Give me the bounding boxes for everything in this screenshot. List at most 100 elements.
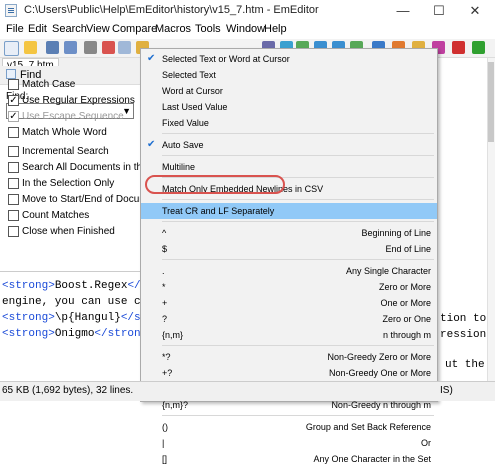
menu-macros[interactable]: Macros: [155, 23, 191, 35]
highlight-annotation: [145, 175, 285, 194]
menu-item-description: Any One Character in the Set: [313, 454, 431, 464]
option-label: Count Matches: [22, 210, 90, 221]
option-checkbox[interactable]: [8, 146, 19, 157]
menu-item-description: Non-Greedy Zero or More: [327, 352, 431, 362]
menu-separator: [162, 133, 434, 134]
menu-file[interactable]: File: [6, 23, 24, 35]
menu-item-label: |: [162, 438, 165, 448]
menu-help[interactable]: Help: [264, 23, 287, 35]
find-icon: [6, 69, 16, 79]
window-title: C:\Users\Public\Help\EmEditor\history\v1…: [24, 4, 319, 16]
check-icon: ✔: [147, 53, 156, 64]
option-label: Use Regular Expressions: [22, 95, 135, 106]
menu-item-label: +?: [162, 368, 173, 378]
menu-item-label: Word at Cursor: [162, 86, 223, 96]
status-encoding: IS): [440, 385, 453, 396]
status-bar: 65 KB (1,692 bytes), 32 lines. IS): [0, 381, 495, 401]
find-panel: Find Find: ▼ Match Case✓Use Regular Expr…: [0, 66, 178, 272]
option-checkbox[interactable]: [8, 178, 19, 189]
menu-item[interactable]: ✔ Selected Text or Word at Cursor: [141, 51, 437, 67]
regex-item[interactable]: ? Zero or One: [141, 311, 437, 327]
record-icon[interactable]: [452, 41, 465, 54]
menu-item-label: +: [162, 298, 168, 308]
menu-item-label: (): [162, 422, 168, 432]
option-label: Close when Finished: [22, 226, 115, 237]
treat-cr-lf-item[interactable]: Treat CR and LF Separately: [141, 203, 437, 219]
print-icon[interactable]: [84, 41, 97, 54]
option-label: Incremental Search: [22, 146, 109, 157]
menu-item-label: ^: [162, 228, 167, 238]
menu-edit[interactable]: Edit: [28, 23, 47, 35]
regex-item[interactable]: * Zero or More: [141, 279, 437, 295]
copy-icon[interactable]: [118, 41, 131, 54]
open-icon[interactable]: [24, 41, 37, 54]
menu-view[interactable]: View: [86, 23, 110, 35]
menu-item-label: Treat CR and LF Separately: [162, 206, 275, 216]
menu-item-label: ?: [162, 314, 168, 324]
editor-line-fragment: ut the: [445, 359, 485, 371]
menu-item-label: []: [162, 454, 168, 464]
option-checkbox[interactable]: [8, 226, 19, 237]
menu-separator: [162, 259, 434, 260]
menu-item-description: Zero or One: [382, 314, 431, 324]
close-button[interactable]: ✕: [457, 0, 493, 22]
menu-item-description: Beginning of Line: [361, 228, 431, 238]
new-icon[interactable]: [4, 41, 19, 56]
auto-save-item[interactable]: ✔ Auto Save: [141, 137, 437, 153]
menu-window[interactable]: Window: [226, 23, 265, 35]
regex-item[interactable]: {n,m} n through m: [141, 327, 437, 343]
menu-item-description: Non-Greedy One or More: [328, 368, 431, 378]
menu-item-label: .: [162, 266, 165, 276]
regex-item[interactable]: + One or More: [141, 295, 437, 311]
menu-bar: File Edit Search View Compare Macros Too…: [0, 22, 495, 39]
regex-item[interactable]: [] Any One Character in the Set: [141, 451, 437, 467]
option-checkbox[interactable]: ✓: [8, 95, 19, 106]
option-checkbox[interactable]: [8, 210, 19, 221]
menu-item-label: Auto Save: [162, 140, 204, 150]
save-all-icon[interactable]: [64, 41, 77, 54]
maximize-button[interactable]: ☐: [421, 0, 457, 22]
option-checkbox[interactable]: [8, 79, 19, 90]
menu-search[interactable]: Search: [52, 23, 87, 35]
menu-item-label: Fixed Value: [162, 118, 209, 128]
option-label: Match Whole Word: [22, 127, 107, 138]
option-label: Match Case: [22, 79, 76, 90]
run-icon[interactable]: [472, 41, 485, 54]
menu-separator: [162, 199, 434, 200]
option-checkbox[interactable]: [8, 127, 19, 138]
menu-item-label: Selected Text or Word at Cursor: [162, 54, 290, 64]
scrollbar-thumb[interactable]: [488, 62, 494, 142]
menu-item-description: n through m: [382, 330, 431, 340]
menu-separator: [162, 345, 434, 346]
option-checkbox[interactable]: [8, 162, 19, 173]
menu-item[interactable]: Word at Cursor: [141, 83, 437, 99]
regex-item[interactable]: ^ Beginning of Line: [141, 225, 437, 241]
option-label: Use Escape Sequence: [22, 111, 124, 122]
menu-item-description: Or: [421, 438, 431, 448]
regex-item[interactable]: () Group and Set Back Reference: [141, 419, 437, 435]
menu-item[interactable]: Last Used Value: [141, 99, 437, 115]
menu-item-description: One or More: [380, 298, 431, 308]
editor-line-fragment: tion to: [440, 313, 487, 325]
regex-item[interactable]: +? Non-Greedy One or More: [141, 365, 437, 381]
menu-item-label: {n,m}: [162, 330, 184, 340]
menu-item[interactable]: Selected Text: [141, 67, 437, 83]
regex-item[interactable]: $ End of Line: [141, 241, 437, 257]
save-icon[interactable]: [46, 41, 59, 54]
regex-item[interactable]: *? Non-Greedy Zero or More: [141, 349, 437, 365]
option-checkbox[interactable]: ✓: [8, 111, 19, 122]
menu-compare[interactable]: Compare: [112, 23, 157, 35]
option-checkbox[interactable]: [8, 194, 19, 205]
menu-item-label: *?: [162, 352, 171, 362]
status-text: 65 KB (1,692 bytes), 32 lines.: [2, 385, 134, 396]
menu-item-label: Multiline: [162, 162, 196, 172]
multiline-item[interactable]: Multiline: [141, 159, 437, 175]
menu-item-label: Selected Text: [162, 70, 216, 80]
menu-item[interactable]: Fixed Value: [141, 115, 437, 131]
cut-icon[interactable]: [102, 41, 115, 54]
minimize-button[interactable]: —: [385, 0, 421, 22]
regex-item[interactable]: . Any Single Character: [141, 263, 437, 279]
regex-item[interactable]: | Or: [141, 435, 437, 451]
menu-tools[interactable]: Tools: [195, 23, 221, 35]
option-label: In the Selection Only: [22, 178, 115, 189]
